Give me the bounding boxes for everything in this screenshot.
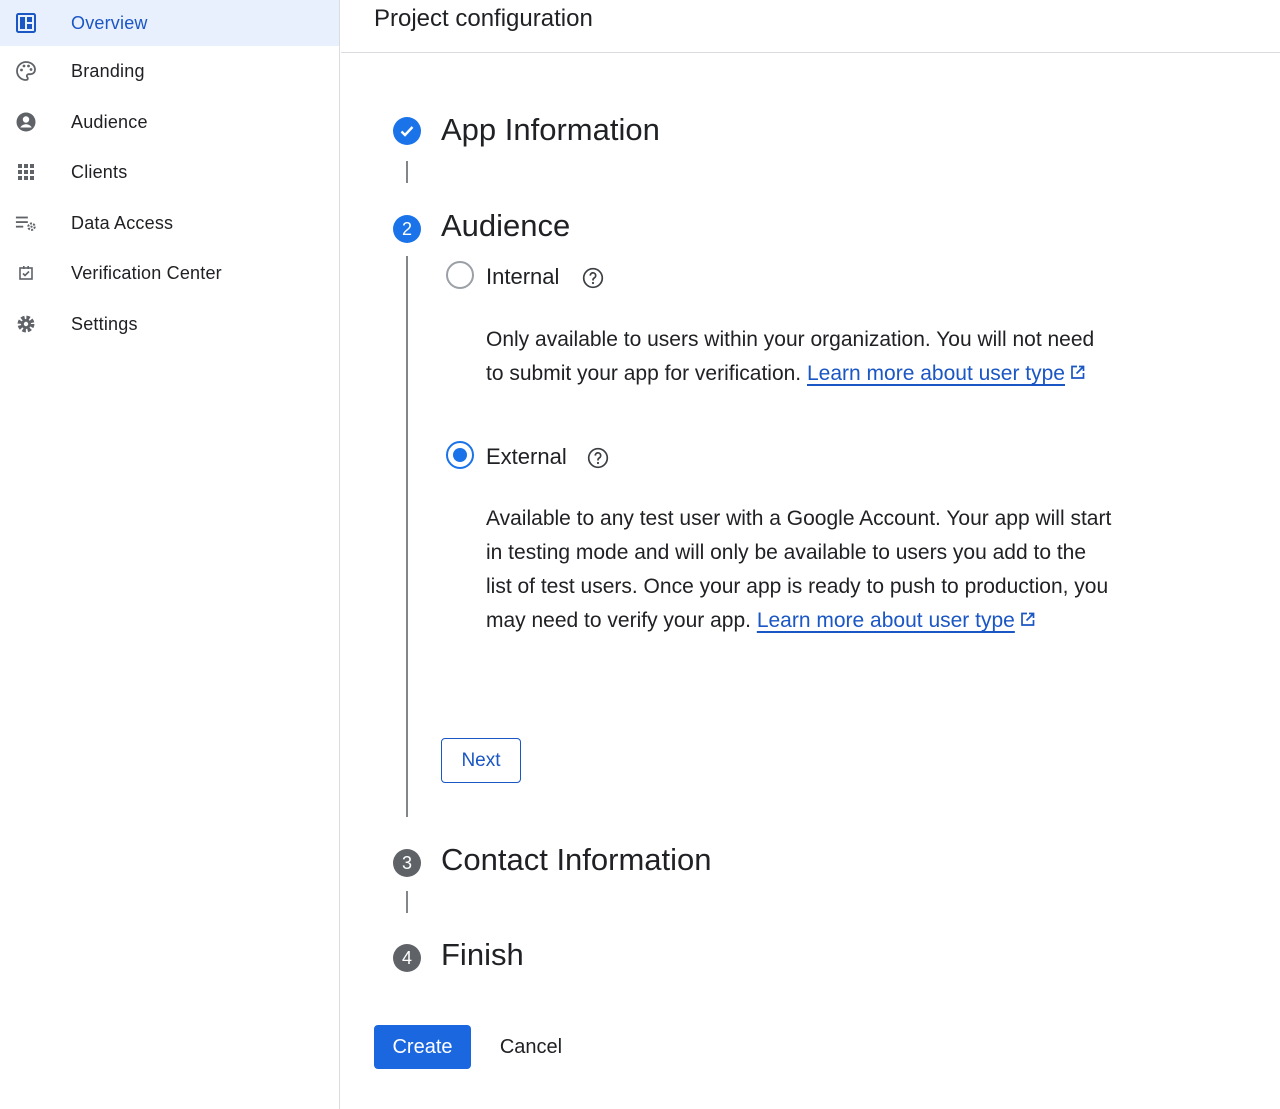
step-done-check-icon (393, 117, 421, 145)
step-number-badge: 4 (393, 944, 421, 972)
step-number-badge: 2 (393, 215, 421, 243)
sidebar-item-label: Verification Center (71, 262, 222, 283)
sidebar-item-data-access[interactable]: Data Access (0, 200, 339, 246)
sidebar-item-audience[interactable]: Audience (0, 99, 339, 145)
step-number-badge: 3 (393, 849, 421, 877)
step-connector (406, 161, 408, 183)
external-label[interactable]: External (486, 444, 567, 470)
external-link-icon (1071, 365, 1085, 379)
sidebar-item-settings[interactable]: Settings (0, 301, 339, 347)
learn-more-user-type-link[interactable]: Learn more about user type (807, 362, 1086, 385)
external-link-icon (1020, 612, 1035, 626)
step-title-audience[interactable]: Audience (441, 208, 570, 244)
sidebar-item-label: Audience (71, 111, 148, 132)
help-icon[interactable] (582, 267, 604, 289)
step-connector (406, 256, 408, 817)
dashboard-icon (15, 12, 37, 34)
account-circle-icon (15, 111, 37, 133)
sidebar-item-label: Settings (71, 313, 138, 334)
step-title-finish[interactable]: Finish (441, 937, 524, 973)
sidebar-item-overview[interactable]: Overview (0, 0, 339, 46)
next-button[interactable]: Next (441, 738, 521, 783)
external-radio[interactable] (446, 441, 474, 469)
internal-description: Only available to users within your orga… (486, 328, 1095, 385)
apps-grid-icon (15, 161, 37, 183)
learn-more-user-type-link[interactable]: Learn more about user type (757, 609, 1036, 632)
page-header: Project configuration (341, 0, 1280, 53)
sidebar-item-branding[interactable]: Branding (0, 48, 339, 94)
cancel-button[interactable]: Cancel (487, 1025, 575, 1069)
list-settings-icon (15, 212, 37, 234)
internal-radio[interactable] (446, 261, 474, 289)
sidebar: Overview Branding Audience Clients Data … (0, 0, 340, 1109)
checkbox-icon (15, 262, 37, 284)
step-title-contact-information[interactable]: Contact Information (441, 842, 712, 878)
external-description: Available to any test user with a Google… (486, 507, 1112, 632)
sidebar-item-label: Overview (71, 12, 148, 33)
help-icon[interactable] (587, 447, 609, 469)
gear-icon (15, 313, 37, 335)
create-button[interactable]: Create (374, 1025, 471, 1069)
page-title: Project configuration (374, 5, 593, 32)
sidebar-item-verification-center[interactable]: Verification Center (0, 250, 339, 296)
step-title-app-information[interactable]: App Information (441, 112, 660, 148)
sidebar-item-clients[interactable]: Clients (0, 149, 339, 195)
palette-icon (15, 60, 37, 82)
internal-label[interactable]: Internal (486, 264, 559, 290)
sidebar-item-label: Data Access (71, 212, 174, 233)
sidebar-item-label: Branding (71, 60, 145, 81)
sidebar-item-label: Clients (71, 161, 128, 182)
step-connector (406, 891, 408, 913)
